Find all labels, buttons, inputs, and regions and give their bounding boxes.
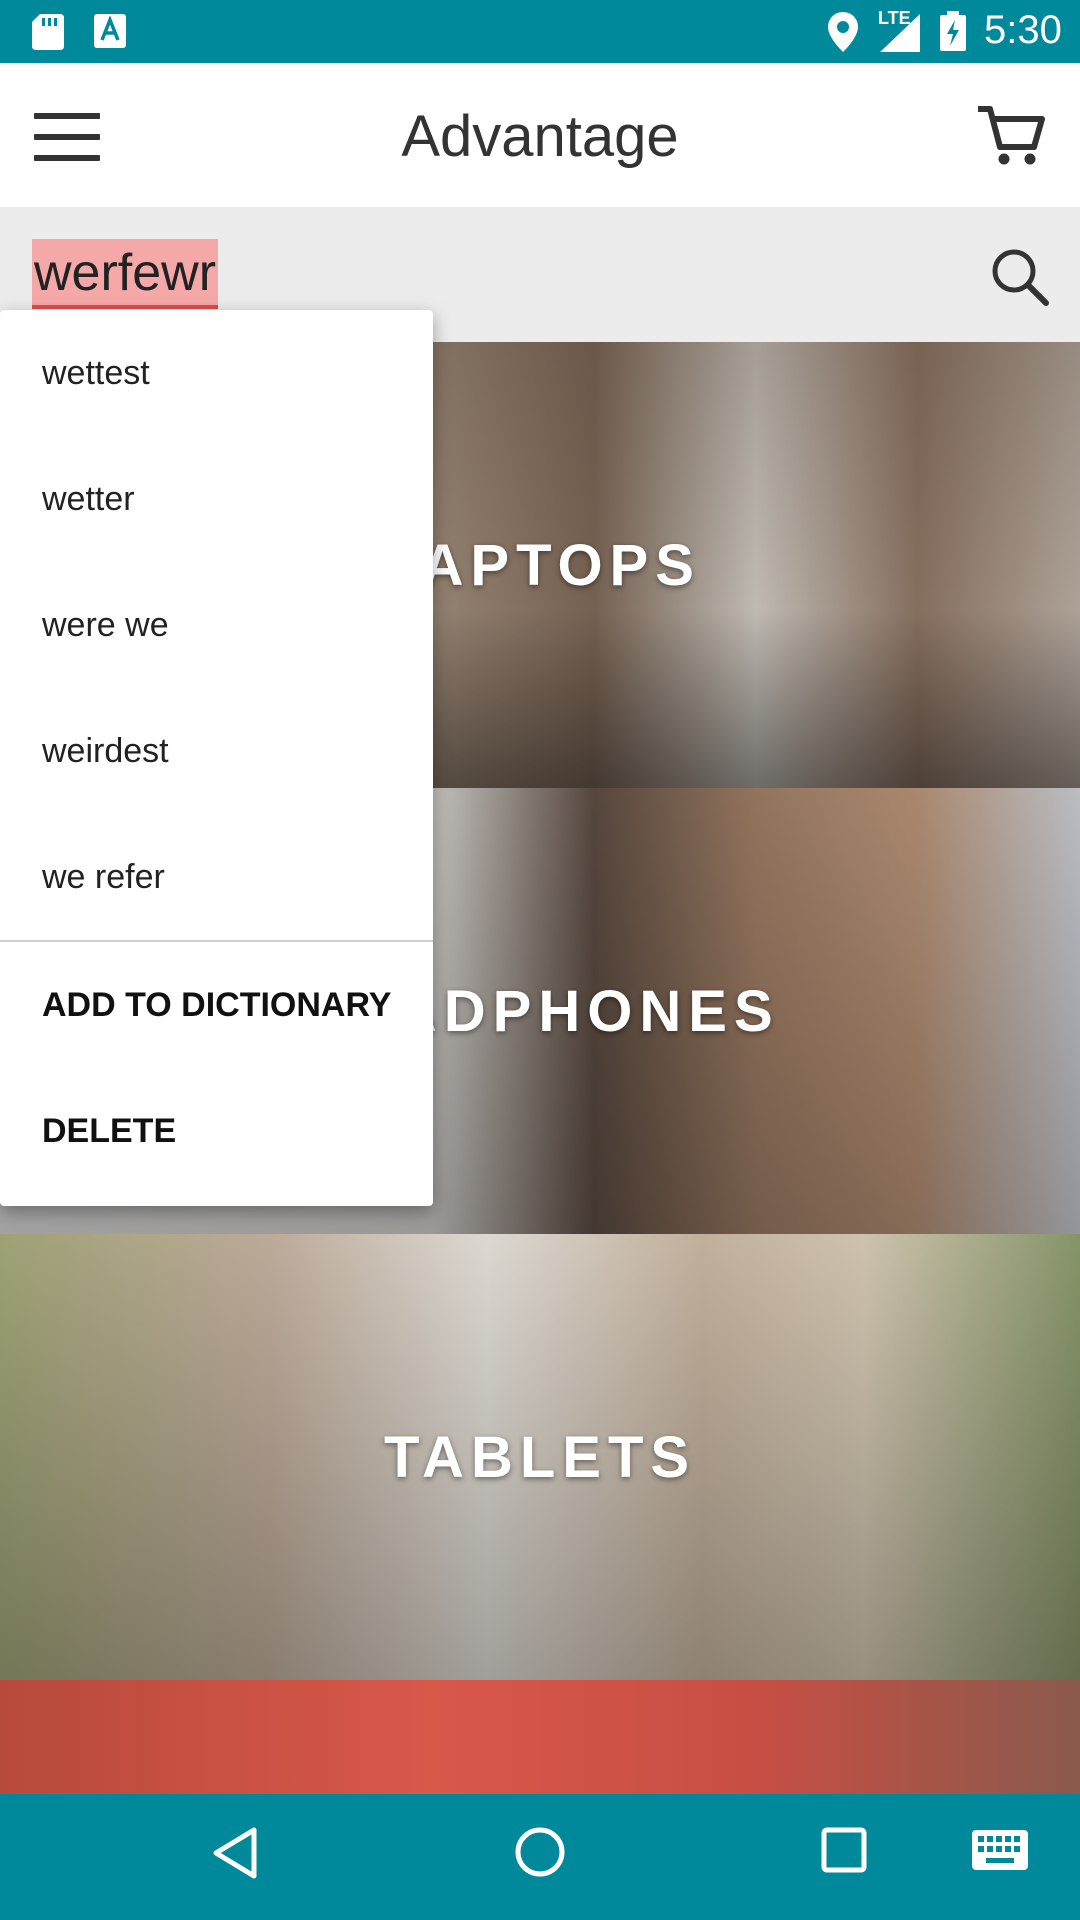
recent-apps-icon[interactable] (820, 1826, 868, 1874)
delete-button[interactable]: DELETE (0, 1068, 433, 1194)
suggestion-item[interactable]: wetter (0, 436, 433, 562)
cart-icon[interactable] (976, 103, 1046, 169)
sd-card-icon (32, 14, 64, 50)
suggestion-item[interactable]: wettest (0, 310, 433, 436)
home-icon[interactable] (514, 1826, 566, 1878)
category-tablets[interactable]: TABLETS (0, 1234, 1080, 1680)
suggestion-item[interactable]: weirdest (0, 688, 433, 814)
search-input[interactable]: werfewr (32, 239, 219, 309)
add-to-dictionary-button[interactable]: ADD TO DICTIONARY (0, 942, 433, 1068)
back-icon[interactable] (212, 1826, 258, 1880)
category-next[interactable] (0, 1680, 1080, 1794)
suggestion-item[interactable]: we refer (0, 814, 433, 940)
spelling-suggestions-popup: wettest wetter were we weirdest we refer… (0, 310, 433, 1206)
clock: 5:30 (984, 8, 1062, 52)
suggestion-item[interactable]: were we (0, 562, 433, 688)
location-icon (828, 12, 858, 52)
page-title: Advantage (401, 104, 679, 169)
battery-charging-icon (940, 11, 966, 51)
signal-icon (880, 14, 920, 52)
status-bar: LTE 5:30 (0, 0, 1080, 63)
app-bar: Advantage (0, 63, 1080, 207)
notification-a-icon (94, 14, 126, 48)
navigation-bar (0, 1794, 1080, 1920)
keyboard-icon[interactable] (972, 1830, 1028, 1870)
category-label: TABLETS (383, 1425, 697, 1490)
search-icon[interactable] (990, 247, 1050, 307)
